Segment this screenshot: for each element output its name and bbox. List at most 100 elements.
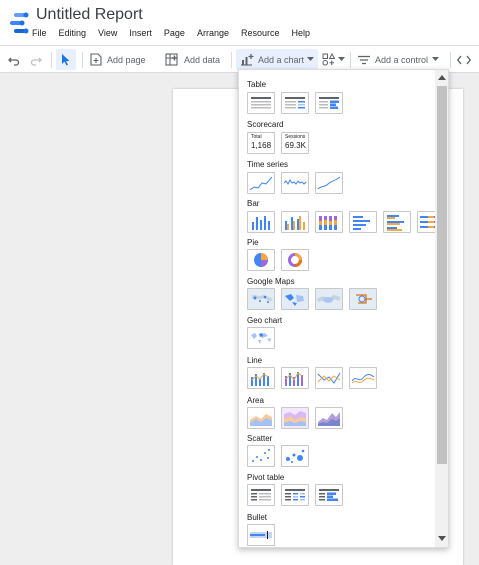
chart-option-line[interactable] bbox=[315, 367, 343, 389]
add-component-button[interactable] bbox=[322, 49, 345, 70]
section-title-scorecard: Scorecard bbox=[247, 120, 284, 129]
redo-button[interactable] bbox=[28, 49, 44, 70]
report-title[interactable]: Untitled Report bbox=[36, 6, 143, 24]
add-data-label: Add data bbox=[184, 54, 221, 65]
time-series-icon bbox=[249, 176, 273, 191]
chart-option-pivot-table[interactable] bbox=[247, 484, 275, 506]
chart-option-bubble[interactable] bbox=[281, 445, 309, 467]
chart-option-column[interactable] bbox=[247, 211, 275, 233]
undo-button[interactable] bbox=[6, 49, 22, 70]
undo-icon bbox=[8, 57, 20, 66]
select-tool-button[interactable] bbox=[56, 49, 76, 70]
section-title-bar: Bar bbox=[247, 199, 260, 208]
scatter-chart-icon bbox=[252, 449, 270, 462]
redo-icon bbox=[30, 57, 42, 66]
add-control-button[interactable]: Add a control bbox=[358, 49, 440, 70]
add-data-button[interactable]: Add data bbox=[165, 49, 220, 70]
scorecard-label: Sessions bbox=[285, 134, 306, 140]
chart-option-scatter[interactable] bbox=[247, 445, 275, 467]
chart-option-table-bars[interactable] bbox=[315, 92, 343, 114]
chart-option-bar[interactable] bbox=[349, 211, 377, 233]
section-title-scatter: Scatter bbox=[247, 434, 273, 443]
toolbar-divider bbox=[350, 52, 351, 68]
section-title-time-series: Time series bbox=[247, 160, 289, 169]
bar-chart-icon bbox=[353, 216, 370, 230]
toolbar-divider bbox=[450, 52, 451, 68]
donut-chart-icon bbox=[288, 253, 302, 267]
section-title-table: Table bbox=[247, 80, 267, 89]
menu-insert[interactable]: Insert bbox=[129, 28, 152, 42]
chart-option-combo[interactable] bbox=[247, 367, 275, 389]
menu-page[interactable]: Page bbox=[164, 28, 185, 42]
smoothed-line-icon bbox=[351, 374, 375, 384]
chart-option-bullet[interactable] bbox=[247, 524, 275, 546]
chart-option-stacked-combo[interactable] bbox=[281, 367, 309, 389]
toolbar-divider bbox=[231, 52, 232, 68]
scrollbar-thumb[interactable] bbox=[437, 86, 447, 464]
chart-option-pie[interactable] bbox=[247, 249, 275, 271]
chart-option-grouped-column[interactable] bbox=[281, 211, 309, 233]
chevron-down-icon bbox=[432, 57, 440, 61]
sparkline-icon bbox=[283, 179, 307, 185]
scroll-down-arrow-icon[interactable] bbox=[438, 536, 446, 541]
chart-option-table[interactable] bbox=[247, 92, 275, 114]
scorecard-label: Total bbox=[251, 134, 262, 140]
section-title-pie: Pie bbox=[247, 238, 259, 247]
chart-option-grouped-bar[interactable] bbox=[383, 211, 411, 233]
scorecard-value: 1,168 bbox=[251, 141, 272, 150]
chart-menu-scrollbar[interactable] bbox=[435, 70, 448, 547]
stacked-combo-icon bbox=[285, 372, 303, 386]
table-heatmap-icon bbox=[285, 97, 305, 109]
chart-option-table-heatmap[interactable] bbox=[281, 92, 309, 114]
chart-option-heatmap-map[interactable] bbox=[315, 288, 343, 310]
chart-option-area[interactable] bbox=[247, 407, 275, 429]
chart-option-time-series[interactable] bbox=[247, 172, 275, 194]
chevron-down-icon bbox=[307, 57, 315, 61]
bullet-chart-icon bbox=[250, 531, 272, 539]
line-map-icon bbox=[350, 289, 376, 309]
chart-option-line-map[interactable] bbox=[349, 288, 377, 310]
chart-option-stacked-column[interactable] bbox=[315, 211, 343, 233]
stacked-column-icon bbox=[319, 216, 337, 230]
percent-area-icon bbox=[318, 412, 340, 426]
toolbar-divider bbox=[51, 52, 52, 68]
stacked-area-icon bbox=[284, 411, 306, 426]
menu-editing[interactable]: Editing bbox=[59, 28, 87, 42]
data-studio-logo-icon[interactable] bbox=[10, 10, 30, 36]
menu-arrange[interactable]: Arrange bbox=[197, 28, 229, 42]
chart-option-filled-map[interactable] bbox=[281, 288, 309, 310]
chart-option-bubble-map[interactable] bbox=[247, 288, 275, 310]
chart-option-sparkline[interactable] bbox=[281, 172, 309, 194]
chart-option-donut[interactable] bbox=[281, 249, 309, 271]
menu-help[interactable]: Help bbox=[292, 28, 311, 42]
combo-chart-icon bbox=[251, 373, 269, 386]
chart-option-scorecard[interactable]: Total 1,168 bbox=[247, 132, 275, 154]
add-page-label: Add page bbox=[107, 54, 146, 65]
chart-option-100-area[interactable] bbox=[315, 407, 343, 429]
grouped-bar-icon bbox=[387, 215, 404, 231]
scorecard-value: 69.3K bbox=[285, 141, 306, 150]
menu-view[interactable]: View bbox=[98, 28, 117, 42]
chart-option-scorecard-compact[interactable]: Sessions 69.3K bbox=[281, 132, 309, 154]
chart-option-stacked-area[interactable] bbox=[281, 407, 309, 429]
scroll-up-arrow-icon[interactable] bbox=[438, 75, 446, 80]
chart-option-smoothed-time-series[interactable] bbox=[315, 172, 343, 194]
table-bars-icon bbox=[319, 97, 339, 109]
add-page-button[interactable]: Add page bbox=[90, 49, 146, 70]
chart-option-pivot-bars[interactable] bbox=[315, 484, 343, 506]
embed-code-button[interactable] bbox=[457, 49, 471, 70]
section-title-geo-chart: Geo chart bbox=[247, 316, 283, 325]
add-chart-button[interactable]: Add a chart bbox=[236, 49, 318, 70]
chart-option-pivot-heatmap[interactable] bbox=[281, 484, 309, 506]
column-chart-icon bbox=[252, 216, 270, 230]
area-chart-icon bbox=[250, 414, 272, 426]
section-title-line: Line bbox=[247, 356, 263, 365]
menu-file[interactable]: File bbox=[32, 28, 47, 42]
heatmap-map-icon bbox=[316, 289, 342, 309]
add-page-icon bbox=[90, 53, 102, 66]
chart-option-geo[interactable] bbox=[247, 327, 275, 349]
menu-resource[interactable]: Resource bbox=[241, 28, 280, 42]
chart-option-smoothed-line[interactable] bbox=[349, 367, 377, 389]
add-chart-label: Add a chart bbox=[258, 54, 305, 65]
chevron-down-icon bbox=[338, 57, 345, 61]
